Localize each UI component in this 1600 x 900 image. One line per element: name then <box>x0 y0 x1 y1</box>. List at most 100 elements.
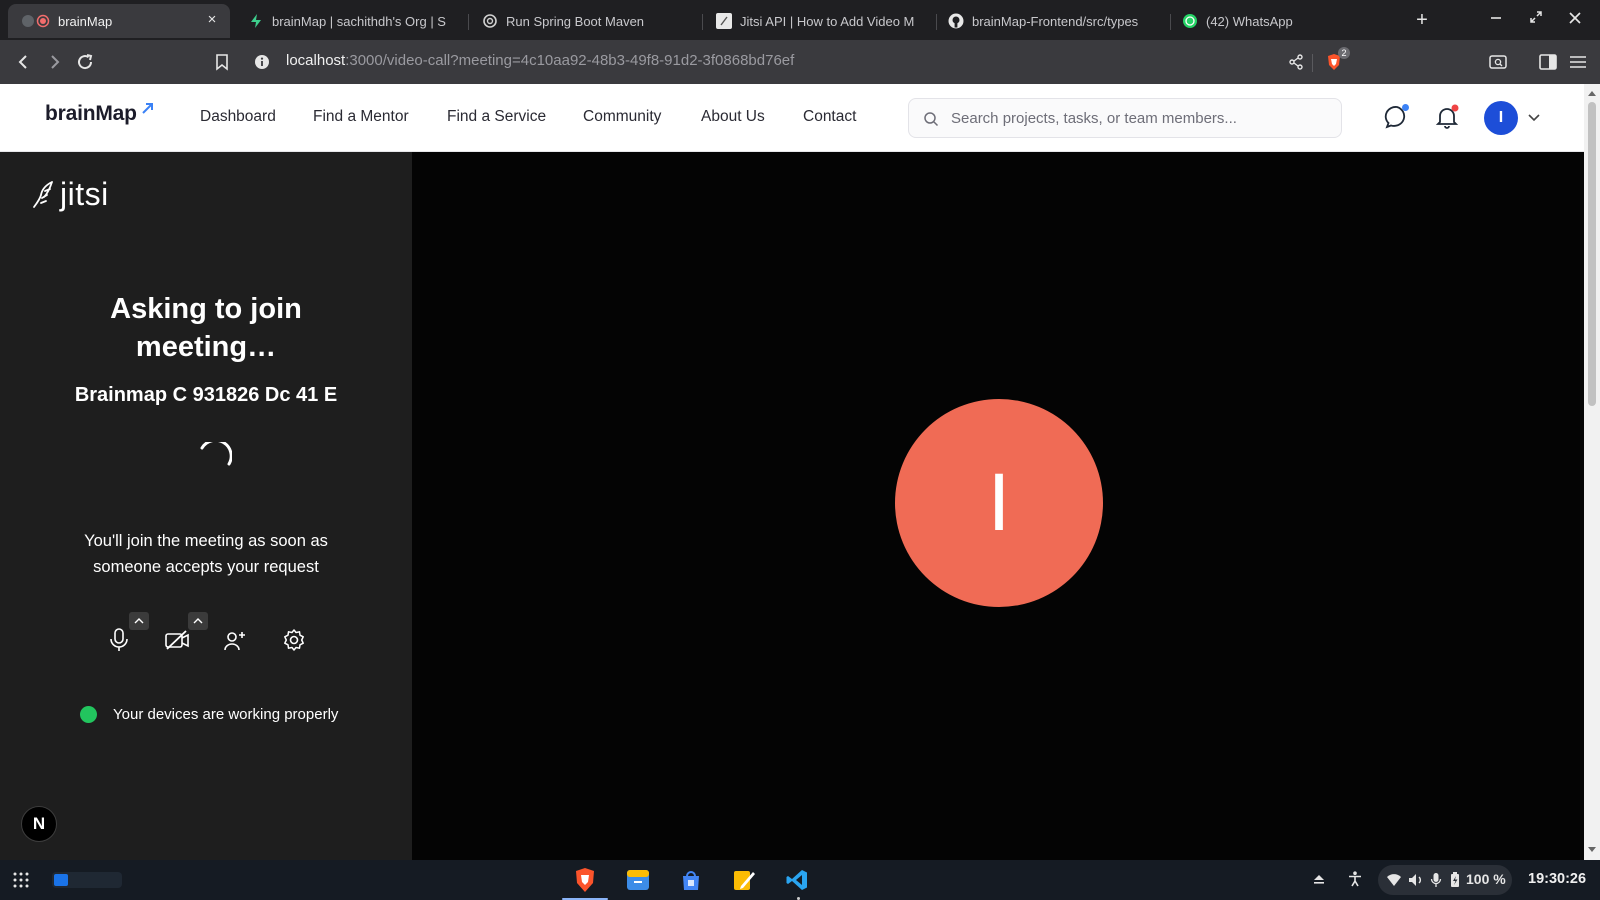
browser-menu-button[interactable] <box>1566 50 1590 74</box>
camera-button[interactable] <box>159 622 195 658</box>
sidebar-icon <box>1539 54 1557 70</box>
invite-button[interactable] <box>217 622 253 658</box>
notifications-button[interactable] <box>1434 104 1462 132</box>
address-bar-url[interactable]: localhost:3000/video-call?meeting=4c10aa… <box>286 52 794 69</box>
tab-jitsi-api[interactable]: Jitsi API | How to Add Video M <box>716 4 922 38</box>
nav-find-a-service[interactable]: Find a Service <box>447 108 546 126</box>
hamburger-menu-icon <box>1570 56 1586 68</box>
scroll-down-arrow-icon[interactable] <box>1587 846 1597 854</box>
new-tab-button[interactable]: + <box>1412 10 1432 30</box>
shelf-files[interactable] <box>624 866 652 894</box>
brave-icon <box>576 868 594 892</box>
tab-chatgpt[interactable]: Run Spring Boot Maven <box>482 4 694 38</box>
brand-arrow-icon <box>142 103 153 114</box>
battery-icon <box>1451 872 1459 887</box>
close-tab-icon[interactable]: × <box>204 12 220 28</box>
meeting-name: Brainmap C 931826 Dc 41 E <box>74 384 338 406</box>
user-avatar[interactable]: I <box>1484 101 1518 135</box>
microphone-button[interactable] <box>101 622 137 658</box>
sidebar-toggle-button[interactable] <box>1536 50 1560 74</box>
os-shelf: 100 % 19:30:26 <box>0 860 1600 900</box>
bell-icon <box>1435 104 1459 129</box>
wallet-icon <box>1489 55 1507 69</box>
forward-arrow-icon <box>51 55 60 69</box>
tab-github[interactable]: brainMap-Frontend/src/types <box>948 4 1160 38</box>
play-store-icon <box>683 871 699 890</box>
app-grid-icon <box>13 872 29 888</box>
join-status-title: Asking to join meeting… <box>110 293 302 363</box>
nav-dashboard[interactable]: Dashboard <box>200 108 276 126</box>
volume-icon <box>1409 874 1421 886</box>
system-clock[interactable]: 19:30:26 <box>1528 871 1586 887</box>
reload-icon <box>78 54 93 70</box>
tab-brainmap[interactable]: brainMap × <box>8 4 230 38</box>
toolbar-divider <box>1312 54 1313 72</box>
page-scrollbar[interactable] <box>1584 84 1600 860</box>
bookmark-button[interactable] <box>210 50 234 74</box>
nav-community[interactable]: Community <box>583 108 661 126</box>
tab-supabase[interactable]: brainMap | sachithdh's Org | S <box>248 4 458 38</box>
shelf-brave[interactable] <box>571 866 599 894</box>
forward-button[interactable] <box>42 50 66 74</box>
nav-contact[interactable]: Contact <box>803 108 856 126</box>
url-host: localhost <box>286 52 346 69</box>
share-icon <box>1289 54 1303 70</box>
jitsi-logo-text: jitsi <box>60 176 109 212</box>
brave-shields-button[interactable]: 2 <box>1322 47 1350 74</box>
site-info-button[interactable] <box>250 50 274 74</box>
shelf-play-store[interactable] <box>677 866 705 894</box>
app-header: brainMap Dashboard Find a Mentor Find a … <box>0 84 1584 152</box>
restore-window-icon[interactable] <box>1526 10 1546 30</box>
nav-find-a-mentor[interactable]: Find a Mentor <box>313 108 409 126</box>
jitsi-logo: jitsi <box>32 176 109 213</box>
accessibility-button[interactable] <box>1348 871 1364 889</box>
microphone-icon <box>110 628 128 651</box>
nav-about-us[interactable]: About Us <box>701 108 765 126</box>
brand-logo[interactable]: brainMap <box>45 102 137 126</box>
settings-button[interactable] <box>276 622 312 658</box>
launcher-button[interactable] <box>12 871 30 889</box>
reload-button[interactable] <box>73 50 97 74</box>
wifi-icon <box>1387 874 1401 886</box>
tab-title: (42) WhatsApp <box>1206 13 1293 29</box>
microphone-icon <box>1430 873 1442 887</box>
tab-whatsapp[interactable]: (42) WhatsApp <box>1182 4 1382 38</box>
overflow-tray-button[interactable] <box>1313 872 1329 888</box>
shelf-vscode[interactable] <box>783 866 811 894</box>
camera-off-icon <box>165 630 189 650</box>
scrollbar-thumb[interactable] <box>1588 102 1596 406</box>
share-button[interactable] <box>1284 50 1308 74</box>
desk-button[interactable] <box>52 872 122 888</box>
gear-icon <box>284 629 304 651</box>
chevron-down-icon[interactable] <box>1528 114 1540 122</box>
minimize-window-icon[interactable] <box>1486 10 1506 30</box>
battery-percent: 100 % <box>1466 871 1506 887</box>
tab-title: Run Spring Boot Maven <box>506 13 645 29</box>
messages-button[interactable] <box>1384 104 1412 132</box>
n-badge-button[interactable]: N <box>21 806 57 842</box>
video-stage: I <box>412 152 1584 860</box>
tab-separator <box>936 14 937 30</box>
search-input[interactable] <box>951 99 1331 137</box>
shelf-notes[interactable] <box>730 866 758 894</box>
tab-separator <box>468 14 469 30</box>
whatsapp-icon <box>1183 14 1197 28</box>
notes-icon <box>734 871 755 890</box>
desk-icon <box>54 874 68 886</box>
url-path: :3000/video-call?meeting=4c10aa92-48b3-4… <box>345 52 795 69</box>
wallet-button[interactable] <box>1486 50 1510 74</box>
accessibility-icon <box>1349 871 1361 887</box>
shield-count-badge: 2 <box>1338 47 1350 59</box>
search-box <box>908 98 1342 138</box>
participant-avatar: I <box>895 399 1103 607</box>
chat-bubble-icon <box>1384 104 1409 129</box>
back-arrow-icon <box>18 55 27 69</box>
back-button[interactable] <box>12 50 36 74</box>
add-person-icon <box>224 632 245 651</box>
scroll-up-arrow-icon[interactable] <box>1587 89 1597 97</box>
search-icon <box>924 112 939 127</box>
close-window-icon[interactable] <box>1565 10 1585 30</box>
supabase-icon <box>251 14 261 28</box>
vscode-icon <box>786 870 807 890</box>
brainmap-record-icon <box>22 14 50 28</box>
